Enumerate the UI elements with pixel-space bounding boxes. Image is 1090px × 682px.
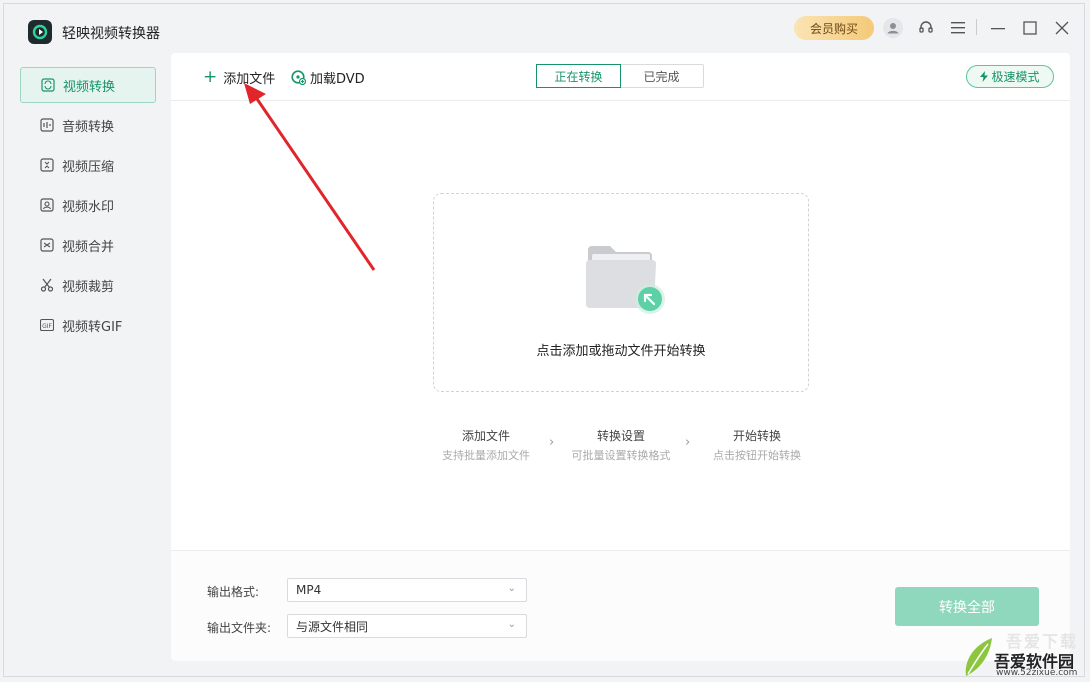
add-file-label: 添加文件 — [223, 71, 276, 87]
sidebar-item-label: 视频压缩 — [62, 159, 115, 175]
toolbar: + 添加文件 加载DVD 正在转换 已完成 极速模式 — [171, 53, 1070, 101]
sidebar-item-label: 视频转GIF — [62, 319, 123, 335]
user-avatar-icon[interactable] — [883, 18, 903, 38]
title-bar: 轻映视频转换器 会员购买 — [4, 4, 1086, 54]
scissors-icon — [40, 278, 54, 292]
output-folder-value: 与源文件相同 — [296, 619, 369, 634]
watermark-icon — [40, 198, 54, 212]
step-add-file: 添加文件 支持批量添加文件 — [421, 427, 551, 463]
load-dvd-label: 加载DVD — [310, 71, 365, 87]
sidebar-item-label: 音频转换 — [62, 119, 115, 135]
app-title: 轻映视频转换器 — [62, 26, 160, 42]
merge-icon — [40, 238, 54, 252]
gif-icon: GIF — [40, 318, 54, 332]
output-settings-bar: 输出格式: MP4 ⌄ 输出文件夹: 与源文件相同 ⌄ 转换全部 — [171, 550, 1070, 661]
tab-completed[interactable]: 已完成 — [620, 65, 703, 87]
vip-purchase-button[interactable]: 会员购买 — [794, 16, 874, 40]
close-icon[interactable] — [1052, 18, 1072, 38]
output-folder-label: 输出文件夹: — [207, 621, 272, 635]
step-subtitle: 点击按钮开始转换 — [713, 449, 801, 462]
load-dvd-button[interactable]: 加载DVD — [291, 67, 365, 87]
dvd-icon — [291, 69, 306, 85]
plus-icon: + — [203, 67, 218, 87]
step-title: 开始转换 — [732, 429, 781, 443]
audio-icon — [40, 118, 54, 132]
status-tab-group: 正在转换 已完成 — [536, 64, 704, 88]
step-subtitle: 可批量设置转换格式 — [571, 449, 671, 462]
sidebar: 视频转换 音频转换 视频压缩 视频水印 视频合并 视频裁剪 GIF 视频转GIF — [20, 67, 156, 347]
lightning-icon — [980, 71, 989, 82]
sidebar-item-label: 视频水印 — [62, 199, 115, 215]
speed-mode-label: 极速模式 — [991, 70, 1040, 84]
convert-icon — [41, 78, 55, 92]
steps-guide: 添加文件 支持批量添加文件 › 转换设置 可批量设置转换格式 › 开始转换 点击… — [433, 427, 809, 467]
step-settings: 转换设置 可批量设置转换格式 — [556, 427, 686, 463]
sidebar-item-label: 视频裁剪 — [62, 279, 115, 295]
titlebar-divider — [976, 19, 977, 35]
output-format-label: 输出格式: — [207, 585, 260, 599]
file-drop-zone[interactable]: 点击添加或拖动文件开始转换 — [433, 193, 809, 392]
chevron-right-icon: › — [549, 435, 555, 450]
step-start: 开始转换 点击按钮开始转换 — [692, 427, 822, 463]
output-format-value: MP4 — [296, 583, 322, 597]
folder-upload-icon — [584, 244, 670, 316]
minimize-icon[interactable] — [988, 18, 1008, 38]
convert-all-button[interactable]: 转换全部 — [895, 587, 1039, 626]
sidebar-item-video-merge[interactable]: 视频合并 — [20, 227, 156, 263]
step-title: 转换设置 — [596, 429, 645, 443]
svg-text:GIF: GIF — [42, 323, 52, 330]
step-subtitle: 支持批量添加文件 — [442, 449, 530, 462]
main-panel: + 添加文件 加载DVD 正在转换 已完成 极速模式 点击添加或拖动文件开始转换… — [171, 53, 1070, 661]
sidebar-item-video-convert[interactable]: 视频转换 — [20, 67, 156, 103]
step-title: 添加文件 — [461, 429, 510, 443]
app-logo-icon — [28, 20, 52, 44]
chevron-down-icon: ⌄ — [507, 583, 516, 594]
leaf-logo-icon — [965, 638, 992, 676]
compress-icon — [40, 158, 54, 172]
menu-icon[interactable] — [948, 18, 968, 38]
drop-zone-text: 点击添加或拖动文件开始转换 — [536, 344, 706, 359]
sidebar-item-label: 视频合并 — [62, 239, 115, 255]
chevron-right-icon: › — [685, 435, 691, 450]
maximize-icon[interactable] — [1020, 18, 1040, 38]
add-file-button[interactable]: + 添加文件 — [203, 67, 275, 87]
tab-converting[interactable]: 正在转换 — [536, 64, 621, 88]
watermark-url: www.52zixue.com — [996, 668, 1078, 678]
output-folder-select[interactable]: 与源文件相同 ⌄ — [287, 614, 527, 638]
sidebar-item-label: 视频转换 — [63, 79, 116, 95]
chevron-down-icon: ⌄ — [507, 619, 516, 630]
headset-support-icon[interactable] — [916, 18, 936, 38]
sidebar-item-video-compress[interactable]: 视频压缩 — [20, 147, 156, 183]
sidebar-item-audio-convert[interactable]: 音频转换 — [20, 107, 156, 143]
sidebar-item-video-to-gif[interactable]: GIF 视频转GIF — [20, 307, 156, 343]
sidebar-item-video-watermark[interactable]: 视频水印 — [20, 187, 156, 223]
app-window: 轻映视频转换器 会员购买 视频转换 音频转换 视频压缩 视频水印 视频合并 视频… — [3, 3, 1085, 677]
output-format-select[interactable]: MP4 ⌄ — [287, 578, 527, 602]
speed-mode-button[interactable]: 极速模式 — [966, 65, 1054, 88]
sidebar-item-video-cut[interactable]: 视频裁剪 — [20, 267, 156, 303]
site-watermark: 吾爱下载 吾爱软件园 www.52zixue.com — [962, 628, 1086, 680]
